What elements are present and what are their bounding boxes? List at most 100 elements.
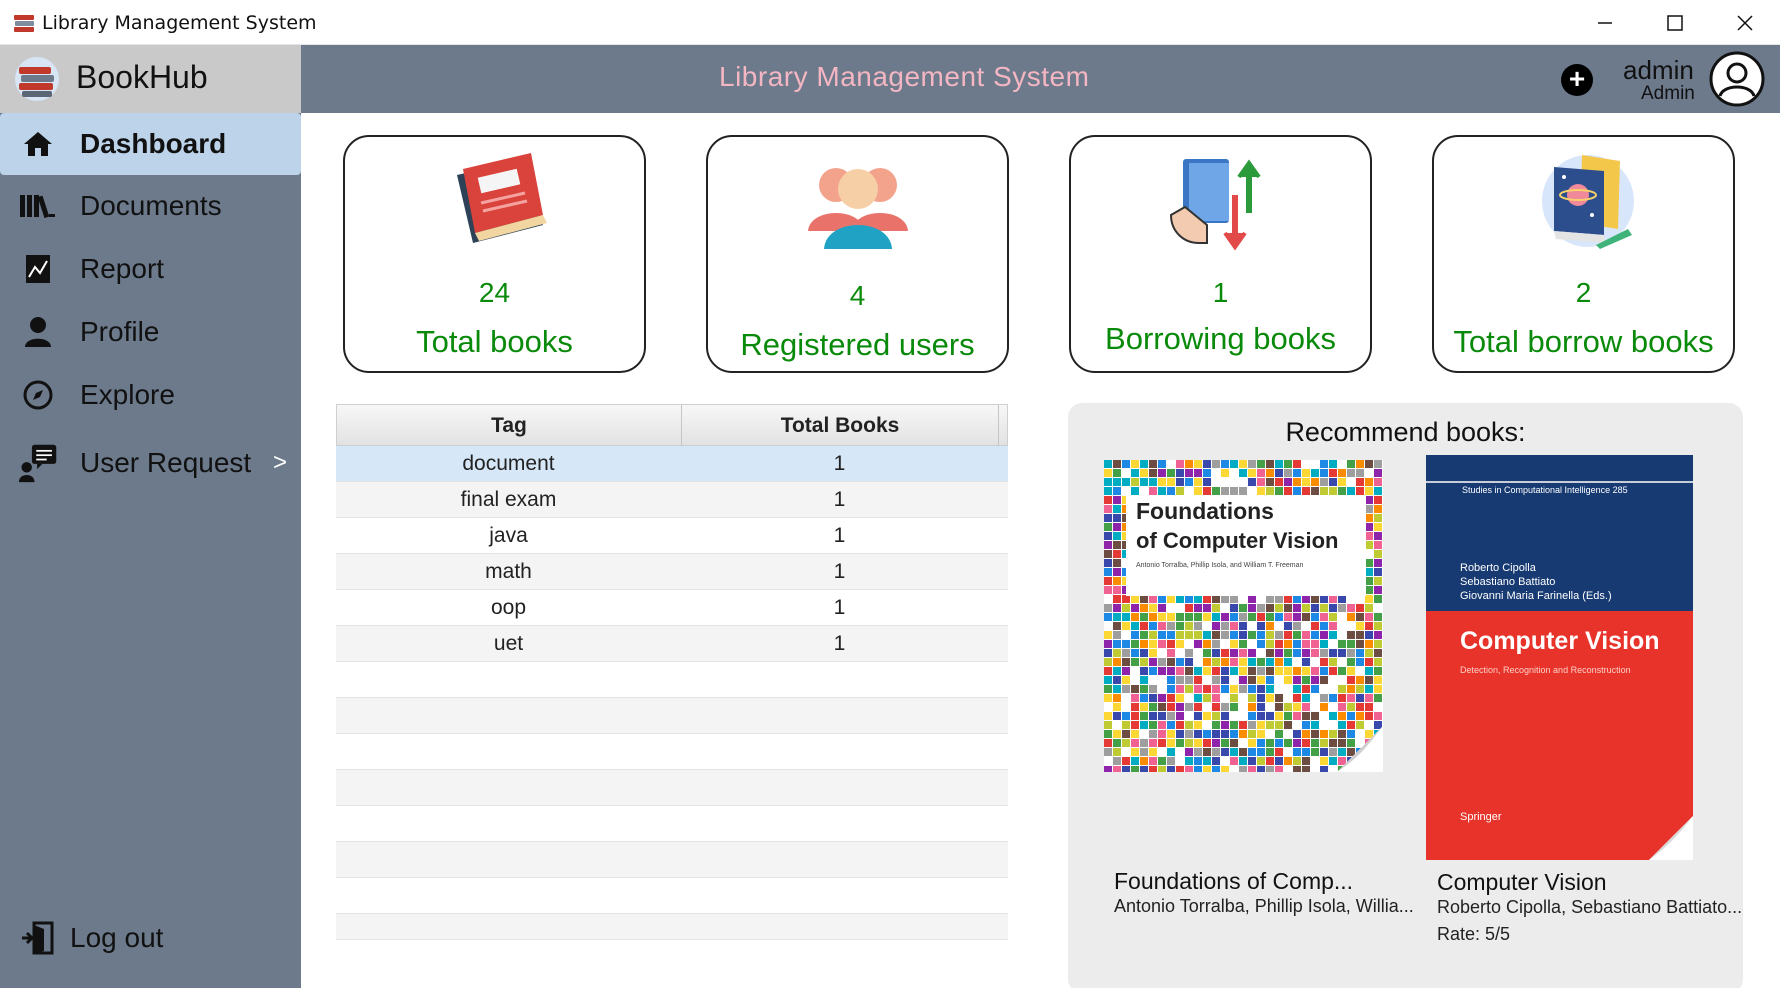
sidebar-item-explore[interactable]: Explore	[0, 364, 301, 426]
mosaic-cell	[1311, 721, 1319, 729]
table-row[interactable]: math 1	[336, 554, 1008, 590]
mosaic-cell	[1176, 757, 1184, 765]
book-card-computer-vision[interactable]: Studies in Computational Intelligence 28…	[1426, 455, 1742, 944]
stat-card-borrowing-books[interactable]: 1 Borrowing books	[1069, 135, 1372, 373]
mosaic-cell	[1302, 667, 1310, 675]
table-row[interactable]: document 1	[336, 446, 1008, 482]
mosaic-cell	[1293, 613, 1301, 621]
mosaic-cell	[1347, 703, 1355, 711]
mosaic-cell	[1239, 757, 1247, 765]
mosaic-cell	[1248, 703, 1256, 711]
mosaic-cell	[1266, 631, 1274, 639]
mosaic-cell	[1167, 613, 1175, 621]
mosaic-cell	[1374, 640, 1382, 648]
avatar-icon[interactable]	[1709, 51, 1765, 107]
sidebar-item-label: Explore	[80, 379, 175, 410]
table-row[interactable]: final exam 1	[336, 482, 1008, 518]
mosaic-cell	[1221, 712, 1229, 720]
mosaic-cell	[1194, 622, 1202, 630]
mosaic-cell	[1293, 730, 1301, 738]
mosaic-cell	[1140, 694, 1148, 702]
mosaic-cell	[1221, 631, 1229, 639]
user-request-icon	[18, 444, 58, 483]
mosaic-cell	[1167, 739, 1175, 747]
table-row[interactable]: oop 1	[336, 590, 1008, 626]
mosaic-cell	[1284, 667, 1292, 675]
book-rate: Rate: 5/5	[1437, 924, 1511, 944]
mosaic-cell	[1230, 469, 1238, 477]
mosaic-cell	[1320, 469, 1328, 477]
add-button[interactable]: +	[1561, 64, 1593, 96]
mosaic-cell	[1131, 487, 1139, 495]
mosaic-cell	[1140, 766, 1148, 772]
mosaic-cell	[1158, 685, 1166, 693]
mosaic-cell	[1356, 460, 1364, 468]
sidebar-item-dashboard[interactable]: Dashboard	[0, 113, 301, 175]
mosaic-cell	[1374, 595, 1382, 603]
mosaic-cell	[1329, 469, 1337, 477]
mosaic-cell	[1266, 649, 1274, 657]
mosaic-cell	[1293, 766, 1301, 772]
mosaic-cell	[1212, 703, 1220, 711]
mosaic-cell	[1365, 703, 1373, 711]
cover-editor-1: Roberto Cipolla	[1460, 562, 1536, 574]
mosaic-cell	[1284, 613, 1292, 621]
mosaic-cell	[1221, 613, 1229, 621]
book-card-foundations[interactable]: Foundations of Computer Vision Antonio T…	[1104, 460, 1414, 916]
bookhub-logo-icon	[15, 57, 59, 101]
mosaic-cell	[1203, 721, 1211, 729]
tag-cell: uet	[493, 632, 524, 655]
mosaic-cell	[1239, 460, 1247, 468]
maximize-button[interactable]	[1640, 0, 1710, 45]
mosaic-cell	[1320, 703, 1328, 711]
table-row[interactable]: uet 1	[336, 626, 1008, 662]
mosaic-cell	[1338, 694, 1346, 702]
mosaic-cell	[1167, 694, 1175, 702]
stat-card-total-borrow-books[interactable]: 2 Total borrow books	[1432, 135, 1735, 373]
logout-button[interactable]: Log out	[0, 907, 301, 969]
recommend-panel: Recommend books: Foundations of Computer…	[1068, 403, 1743, 988]
mosaic-cell	[1365, 469, 1373, 477]
table-row[interactable]: java 1	[336, 518, 1008, 554]
stat-card-registered-users[interactable]: 4 Registered users	[706, 135, 1009, 373]
mosaic-cell	[1113, 622, 1121, 630]
column-header-tag[interactable]: Tag	[337, 405, 682, 447]
chevron-right-icon: >	[272, 449, 287, 476]
mosaic-cell	[1185, 721, 1193, 729]
mosaic-cell	[1104, 640, 1112, 648]
sidebar-item-documents[interactable]: Documents	[0, 175, 301, 237]
mosaic-cell	[1374, 496, 1382, 504]
mosaic-cell	[1239, 721, 1247, 729]
mosaic-cell	[1257, 658, 1265, 666]
mosaic-cell	[1140, 460, 1148, 468]
mosaic-cell	[1266, 658, 1274, 666]
close-button[interactable]	[1710, 0, 1780, 45]
stat-card-total-books[interactable]: 24 Total books	[343, 135, 646, 373]
mosaic-cell	[1158, 460, 1166, 468]
mosaic-cell	[1356, 658, 1364, 666]
mosaic-cell	[1239, 730, 1247, 738]
mosaic-cell	[1104, 541, 1112, 549]
mosaic-cell	[1203, 595, 1211, 603]
mosaic-cell	[1194, 478, 1202, 486]
mosaic-cell	[1275, 730, 1283, 738]
column-header-total-books[interactable]: Total Books	[682, 405, 999, 447]
sidebar-item-profile[interactable]: Profile	[0, 301, 301, 363]
mosaic-cell	[1365, 460, 1373, 468]
mosaic-cell	[1329, 613, 1337, 621]
minimize-button[interactable]	[1570, 0, 1640, 45]
mosaic-cell	[1176, 478, 1184, 486]
mosaic-cell	[1104, 730, 1112, 738]
sidebar-item-user-request[interactable]: User Request >	[0, 432, 301, 494]
mosaic-cell	[1248, 676, 1256, 684]
mosaic-cell	[1275, 766, 1283, 772]
mosaic-cell	[1203, 694, 1211, 702]
mosaic-cell	[1113, 649, 1121, 657]
mosaic-cell	[1320, 757, 1328, 765]
mosaic-cell	[1194, 703, 1202, 711]
mosaic-cell	[1248, 460, 1256, 468]
mosaic-cell	[1293, 622, 1301, 630]
sidebar-item-report[interactable]: Report	[0, 238, 301, 300]
mosaic-cell	[1284, 766, 1292, 772]
mosaic-cell	[1329, 460, 1337, 468]
